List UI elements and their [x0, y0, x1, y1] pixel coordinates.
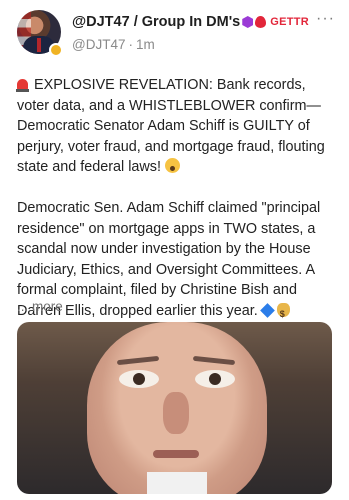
display-name[interactable]: @DJT47 / Group In DM's	[72, 14, 240, 30]
post-body: EXPLOSIVE REVELATION: Bank records, vote…	[16, 75, 337, 325]
verified-badge-icon	[49, 43, 63, 57]
timestamp: 1m	[135, 37, 155, 52]
handle[interactable]: @DJT47	[72, 37, 125, 52]
post-image[interactable]	[17, 322, 332, 494]
flame-icon	[255, 16, 267, 28]
gettr-post: @DJT47 / Group In DM's GETTR ··· @DJT47 ·…	[0, 0, 349, 500]
more-options-icon[interactable]: ···	[316, 11, 335, 27]
purple-hexagon-icon	[242, 16, 254, 28]
read-more-link[interactable]: ... more	[17, 299, 63, 314]
post-meta: @DJT47 · 1m	[72, 37, 155, 52]
money-bag-icon	[276, 302, 290, 325]
paragraph-1: EXPLOSIVE REVELATION: Bank records, vote…	[16, 77, 325, 176]
separator: ·	[128, 37, 133, 52]
blue-cube-icon	[259, 303, 275, 318]
paragraph-2: Democratic Sen. Adam Schiff claimed "pri…	[17, 198, 337, 325]
platform-label: GETTR	[270, 16, 310, 28]
post-header: @DJT47 / Group In DM's GETTR	[72, 14, 319, 30]
rotating-light-icon	[16, 79, 29, 92]
face-screaming-icon	[165, 158, 180, 174]
